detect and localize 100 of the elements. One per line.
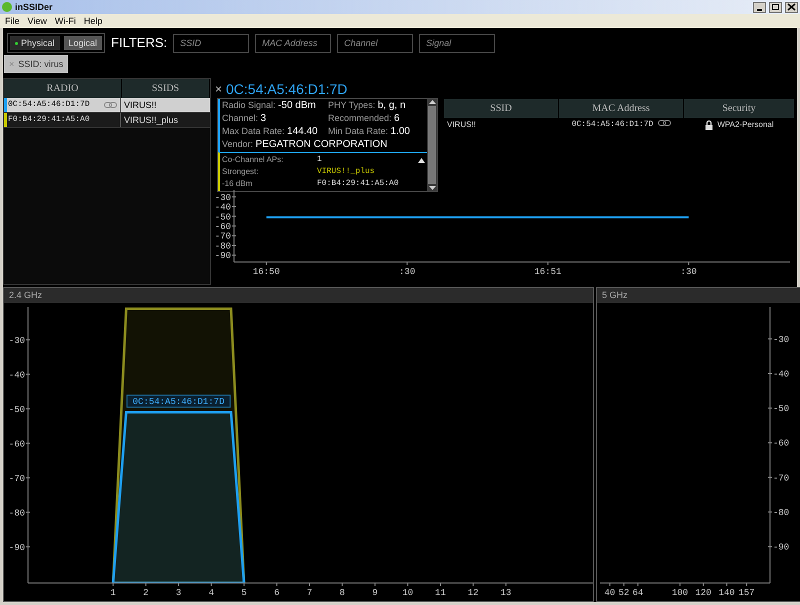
detail-field: PHY Types: b, g, n [328,100,425,112]
filter-field[interactable]: Channel [337,34,414,52]
axis-label: 4 [208,588,214,598]
axis-label: -80 [214,241,231,252]
radio-row[interactable]: 0C:54:A5:46:D1:7D VIRUS!! [4,98,210,113]
detail-field: Vendor: PEGATRON CORPORATION [222,139,425,151]
network-label: 0C:54:A5:46:D1:7D [126,394,231,408]
detail-field: Radio Signal: -50 dBm [222,100,328,112]
panel-title: 2.4 GHz [4,288,593,303]
up-arrow-icon [428,100,436,104]
axis-label: -40 [214,202,231,213]
mac-address: F0:B4:29:41:A5:A0 [8,115,90,125]
detail-value: F0:B4:29:41:A5:A0 [317,179,400,189]
column-header[interactable]: RADIO [4,79,122,98]
filter-chip[interactable]: × SSID: virus [4,55,68,73]
axis-label: -30 [773,334,790,345]
axis-label: 6 [274,588,280,598]
detail-title: 0C:54:A5:46:D1:7D [226,80,348,98]
annotation: 0C:54:A5:46:D1:7D [132,397,224,408]
axis-label: 40 [604,588,616,598]
axis-label: 1 [110,588,116,598]
collapse-icon[interactable] [418,158,425,162]
axis-label: 120 [695,588,712,598]
axis-label: 100 [672,588,688,598]
axis-label: -30 [8,336,25,346]
axis-label: -70 [214,232,231,242]
axis-label: 13 [500,588,512,598]
axis-label: 2 [143,588,149,598]
ssid-text: VIRUS!! [123,100,157,110]
axis-label: -50 [214,212,231,222]
detail-label: -16 dBm [222,179,254,189]
axis-label: -60 [8,439,25,450]
radio-row[interactable]: F0:B4:29:41:A5:A0 VIRUS!!_plus [4,113,210,128]
axis-label: 9 [372,588,378,598]
app-icon [2,2,12,12]
axis-label: 7 [306,588,312,598]
axis-label: 140 [718,588,735,598]
detail-field: Max Data Rate: 144.40 [222,126,328,138]
axis-label: 64 [632,588,644,598]
ssid-text: VIRUS!!_plus [123,114,178,126]
window-title: inSSIDer [15,2,53,12]
axis-label: -30 [214,192,231,203]
menu-item[interactable]: View [28,16,47,26]
minimize-button[interactable] [753,2,766,12]
maximize-icon [771,3,780,11]
axis-label: :30 [680,267,697,277]
filter-field[interactable]: SSID [173,34,250,52]
table-cell-text: VIRUS!! [446,120,477,130]
detail-value: 1 [317,155,323,165]
column-header[interactable]: Security [684,99,795,118]
axis-label: -90 [214,251,231,262]
axis-label: 16:50 [252,267,280,277]
axis-label: -90 [773,542,790,553]
axis-label: 52 [618,588,630,598]
column-header[interactable]: MAC Address [559,99,684,118]
view-button[interactable]: Physical [10,36,60,50]
table-cell: WPA2-Personal [717,120,774,130]
scrollbar-thumb[interactable] [428,106,436,184]
close-button[interactable]: × [215,82,222,96]
axis-label: -90 [8,542,25,553]
axis-label: 5 [241,588,247,598]
filters-label: FILTERS: [111,35,168,51]
axis-label: 11 [435,588,446,598]
mac-address: 0C:54:A5:46:D1:7D [8,100,90,110]
view-button[interactable]: Logical [64,36,102,50]
detail-value: VIRUS!!_plus [317,167,376,177]
axis-label: 3 [176,588,182,598]
filter-field[interactable]: Signal [419,34,496,52]
detail-label: Co-Channel APs: [222,155,284,165]
down-arrow-icon [428,186,436,190]
axis-label: :30 [399,267,416,277]
menu-item[interactable]: File [5,16,20,26]
axis-label: 10 [402,588,414,598]
axis-label: -50 [773,404,790,414]
close-button[interactable] [785,2,798,12]
column-header[interactable]: SSIDS [122,79,210,98]
axis-label: -80 [8,508,25,518]
close-icon [787,3,796,11]
axis-label: -70 [8,474,25,484]
detail-field: Recommended: 6 [328,113,425,125]
detail-field: Min Data Rate: 1.00 [328,126,425,138]
detail-label: Strongest: [222,167,260,177]
axis-label: 12 [468,588,479,598]
scrollbar[interactable] [427,99,437,191]
menu-item[interactable]: Help [84,16,102,26]
axis-label: -60 [773,438,790,449]
maximize-button[interactable] [769,2,782,12]
axis-label: -50 [8,404,25,415]
axis-label: 16:51 [534,267,562,277]
axis-label: 157 [738,588,755,598]
menu-item[interactable]: Wi-Fi [54,16,76,26]
axis-label: -40 [8,370,25,380]
axis-label: 8 [340,588,345,598]
filter-field[interactable]: MAC Address [255,34,332,52]
detail-field: Channel: 3 [222,113,328,125]
axis-label: -40 [773,370,790,380]
column-header[interactable]: SSID [444,99,559,118]
axis-label: -60 [214,222,231,232]
axis-label: -80 [773,508,790,518]
axis-label: -70 [773,473,790,484]
